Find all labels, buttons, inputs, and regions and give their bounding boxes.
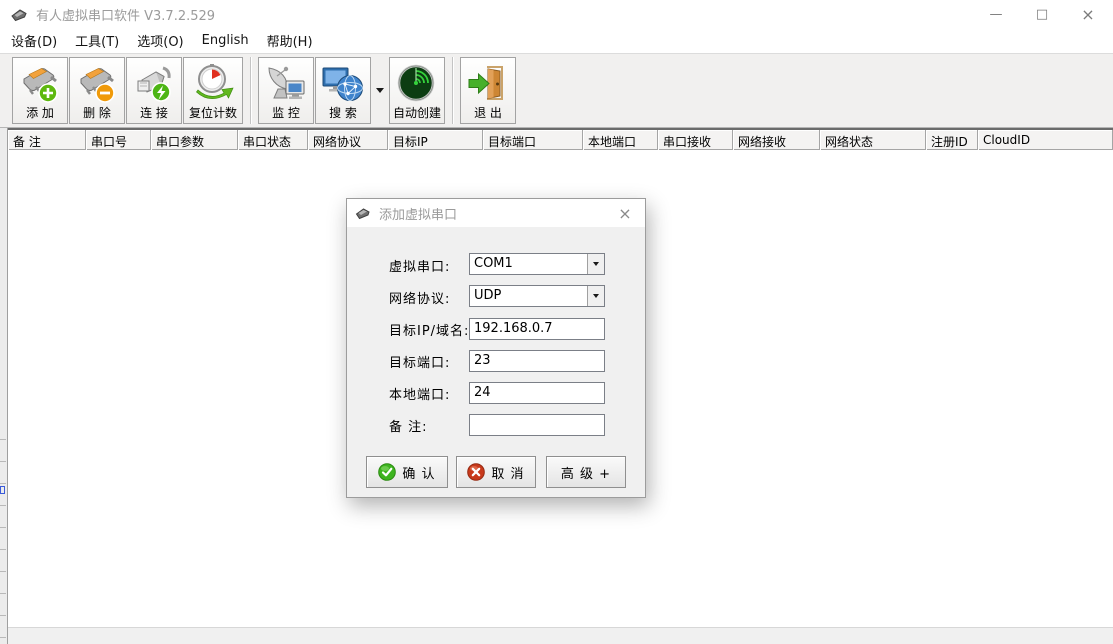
- add-virtual-port-dialog: 添加虚拟串口 × 虚拟串口: COM1 网络协议: UDP 目标IP/域名:: [346, 198, 646, 498]
- advanced-button[interactable]: 高 级 +: [546, 456, 626, 488]
- background-window-sliver: [0, 128, 8, 644]
- protocol-value: UDP: [470, 286, 587, 306]
- virtual-port-dropdown-button[interactable]: [587, 254, 604, 274]
- dialog-close-button[interactable]: ×: [605, 199, 645, 227]
- menu-english[interactable]: English: [193, 30, 258, 51]
- target-port-field-wrap: [469, 349, 605, 371]
- menu-tools[interactable]: 工具(T): [66, 28, 128, 53]
- column-header-cloud-id[interactable]: CloudID: [978, 130, 1113, 150]
- menu-options[interactable]: 选项(O): [128, 28, 192, 53]
- toolbar: 添 加 删 除: [0, 53, 1113, 128]
- column-header-com-params[interactable]: 串口参数: [151, 130, 238, 150]
- reset-counter-button[interactable]: 复位计数: [183, 57, 243, 124]
- app-window: 有人虚拟串口软件 V3.7.2.529 — □ × 设备(D) 工具(T) 选项…: [0, 0, 1113, 644]
- menubar: 设备(D) 工具(T) 选项(O) English 帮助(H): [0, 28, 1113, 53]
- cancel-button-label: 取 消: [491, 463, 524, 482]
- local-port-field-wrap: [469, 381, 605, 403]
- exit-button[interactable]: 退 出: [460, 57, 516, 124]
- chevron-down-icon: [593, 294, 599, 298]
- window-title: 有人虚拟串口软件 V3.7.2.529: [36, 5, 215, 24]
- remark-field-wrap: [469, 413, 605, 435]
- app-icon: [10, 7, 28, 22]
- column-header-local-port[interactable]: 本地端口: [583, 130, 658, 150]
- exit-button-label: 退 出: [474, 106, 502, 121]
- serial-remove-icon: [75, 62, 119, 106]
- connect-icon: [132, 62, 176, 106]
- strip-ticks: [0, 418, 6, 644]
- virtual-port-label: 虚拟串口:: [389, 256, 450, 275]
- add-button-label: 添 加: [26, 106, 54, 121]
- monitor-button[interactable]: 监 控: [258, 57, 314, 124]
- auto-create-button-label: 自动创建: [393, 106, 441, 121]
- search-button-label: 搜 索: [329, 106, 357, 121]
- delete-button[interactable]: 删 除: [69, 57, 125, 124]
- monitor-icon: [264, 62, 308, 106]
- target-port-field[interactable]: [469, 350, 605, 372]
- protocol-combo[interactable]: UDP: [469, 285, 605, 307]
- column-header-net-received[interactable]: 网络接收: [733, 130, 820, 150]
- menu-device[interactable]: 设备(D): [2, 28, 66, 53]
- cancel-button[interactable]: 取 消: [456, 456, 536, 488]
- status-bar: [8, 627, 1113, 644]
- serial-add-icon: [18, 62, 62, 106]
- remark-label: 备 注:: [389, 416, 428, 435]
- dialog-icon: [355, 206, 373, 221]
- chevron-down-icon: [376, 88, 384, 93]
- column-header-target-port[interactable]: 目标端口: [483, 130, 583, 150]
- column-header-target-ip[interactable]: 目标IP: [388, 130, 483, 150]
- protocol-label: 网络协议:: [389, 288, 450, 307]
- close-button[interactable]: ×: [1065, 0, 1111, 28]
- virtual-port-combo[interactable]: COM1: [469, 253, 605, 275]
- protocol-dropdown-button[interactable]: [587, 286, 604, 306]
- window-controls: — □ ×: [973, 0, 1113, 28]
- advanced-button-label: 高 级 +: [561, 463, 611, 482]
- confirm-button[interactable]: 确 认: [366, 456, 448, 488]
- column-header-com-received[interactable]: 串口接收: [658, 130, 733, 150]
- column-header-remark[interactable]: 备 注: [8, 130, 86, 150]
- chevron-down-icon: [593, 262, 599, 266]
- connect-button[interactable]: 连 接: [126, 57, 182, 124]
- connect-button-label: 连 接: [140, 106, 168, 121]
- monitor-button-label: 监 控: [272, 106, 300, 121]
- remark-field[interactable]: [469, 414, 605, 436]
- search-button[interactable]: 搜 索: [315, 57, 371, 124]
- cancel-icon: [467, 463, 485, 481]
- dialog-title: 添加虚拟串口: [379, 204, 457, 223]
- column-header-com-status[interactable]: 串口状态: [238, 130, 308, 150]
- search-dropdown-button[interactable]: [372, 57, 388, 124]
- toolbar-separator: [452, 57, 454, 124]
- dialog-titlebar: 添加虚拟串口 ×: [347, 199, 645, 227]
- auto-create-button[interactable]: 自动创建: [389, 57, 445, 124]
- add-button[interactable]: 添 加: [12, 57, 68, 124]
- target-ip-label: 目标IP/域名:: [389, 320, 469, 339]
- local-port-field[interactable]: [469, 382, 605, 404]
- strip-mark: [0, 486, 5, 494]
- column-header-protocol[interactable]: 网络协议: [308, 130, 388, 150]
- column-header-net-status[interactable]: 网络状态: [820, 130, 926, 150]
- target-ip-field[interactable]: [469, 318, 605, 340]
- column-header-com-port[interactable]: 串口号: [86, 130, 151, 150]
- target-ip-field-wrap: [469, 317, 605, 339]
- reset-counter-button-label: 复位计数: [189, 106, 237, 121]
- target-port-label: 目标端口:: [389, 352, 450, 371]
- dialog-body: 虚拟串口: COM1 网络协议: UDP 目标IP/域名: 目标端口:: [347, 227, 645, 498]
- column-header-reg-id[interactable]: 注册ID: [926, 130, 978, 150]
- radar-icon: [395, 62, 439, 106]
- minimize-button[interactable]: —: [973, 0, 1019, 28]
- menu-help[interactable]: 帮助(H): [258, 28, 322, 53]
- maximize-button[interactable]: □: [1019, 0, 1065, 28]
- titlebar: 有人虚拟串口软件 V3.7.2.529 — □ ×: [0, 0, 1113, 28]
- confirm-button-label: 确 认: [402, 463, 435, 482]
- delete-button-label: 删 除: [83, 106, 111, 121]
- toolbar-separator: [250, 57, 252, 124]
- reset-counter-icon: [191, 62, 235, 106]
- search-network-icon: [321, 62, 365, 106]
- local-port-label: 本地端口:: [389, 384, 450, 403]
- table-header: 备 注 串口号 串口参数 串口状态 网络协议 目标IP 目标端口 本地端口 串口…: [8, 130, 1113, 150]
- exit-door-icon: [466, 62, 510, 106]
- confirm-icon: [378, 463, 396, 481]
- virtual-port-value: COM1: [470, 254, 587, 274]
